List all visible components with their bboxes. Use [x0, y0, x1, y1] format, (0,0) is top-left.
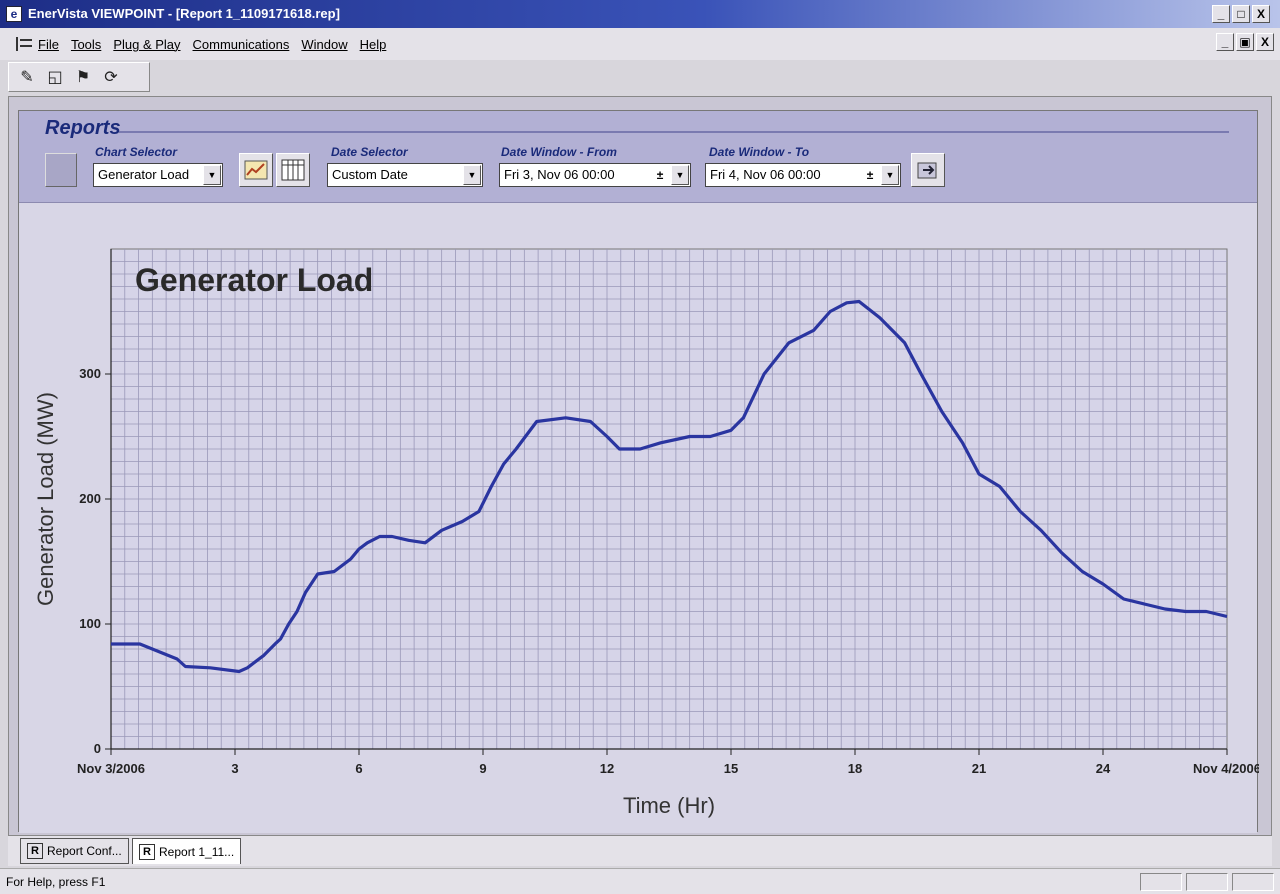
chevron-down-icon[interactable]: ▼ [671, 165, 689, 185]
generator-load-chart: Nov 3/2006 3 6 9 12 15 18 21 24 Nov 4/2006 0 100 200… [33, 248, 1261, 818]
close-button[interactable]: X [1252, 5, 1270, 23]
menu-tools[interactable]: Tools [71, 37, 101, 52]
menu-communications[interactable]: Communications [193, 37, 290, 52]
chart-title: Generator Load [135, 262, 373, 298]
date-from-value: Fri 3, Nov 06 00:00 [504, 167, 615, 182]
date-to-value: Fri 4, Nov 06 00:00 [710, 167, 821, 182]
x-tick-label: 3 [231, 761, 238, 776]
chart-view-icon [244, 160, 268, 180]
x-tick-label: 15 [724, 761, 738, 776]
chart-view-button[interactable] [239, 153, 273, 187]
child-restore-button[interactable]: ▣ [1236, 33, 1254, 51]
y-tick-label: 200 [79, 491, 101, 506]
x-tick-label: Nov 3/2006 [77, 761, 145, 776]
app-icon[interactable]: e [6, 6, 22, 22]
x-tick-label: 12 [600, 761, 614, 776]
x-tick-label: Nov 4/2006 [1193, 761, 1259, 776]
reports-title: Reports [45, 117, 121, 139]
wizard-icon[interactable]: ⚑ [71, 66, 95, 88]
y-tick-label: 300 [79, 366, 101, 381]
open-window-icon[interactable]: ◱ [43, 66, 67, 88]
status-text: For Help, press F1 [6, 875, 106, 889]
child-minimize-button[interactable]: _ [1216, 33, 1234, 51]
x-axis-label: Time (Hr) [623, 793, 715, 818]
table-view-icon [281, 159, 305, 181]
date-selector-value: Custom Date [332, 167, 408, 182]
y-tick-label: 0 [94, 741, 101, 756]
reports-tool-button[interactable] [45, 153, 77, 187]
report-header: Reports Chart Selector Generator Load ▼ … [19, 111, 1257, 203]
date-to-picker[interactable]: Fri 4, Nov 06 00:00 ± ▼ [705, 163, 901, 187]
chevron-down-icon[interactable]: ▼ [203, 165, 221, 185]
maximize-button[interactable]: □ [1232, 5, 1250, 23]
table-view-button[interactable] [276, 153, 310, 187]
tab-report-1[interactable]: R Report 1_11... [132, 838, 242, 864]
report-icon: R [139, 843, 155, 860]
status-cell [1186, 873, 1228, 891]
menu-file[interactable]: File [38, 37, 59, 52]
x-tick-label: 18 [848, 761, 862, 776]
status-cell [1140, 873, 1182, 891]
chart-area: Nov 3/2006 3 6 9 12 15 18 21 24 Nov 4/2006 0 100 200… [19, 203, 1261, 833]
refresh-icon[interactable]: ⟳ [99, 66, 123, 88]
report-icon: R [27, 843, 43, 859]
menu-help[interactable]: Help [360, 37, 387, 52]
chart-selector-value: Generator Load [98, 167, 190, 182]
title-bar: e EnerVista VIEWPOINT - [Report 1_110917… [0, 0, 1280, 28]
edit-icon[interactable]: ✎ [15, 66, 39, 88]
document-tabs: R Report Conf... R Report 1_11... [8, 836, 1272, 866]
date-from-picker[interactable]: Fri 3, Nov 06 00:00 ± ▼ [499, 163, 691, 187]
menu-bar: File Tools Plug & Play Communications Wi… [0, 28, 1280, 60]
spin-icon[interactable]: ± [860, 165, 880, 185]
menu-plug-and-play[interactable]: Plug & Play [113, 37, 180, 52]
status-bar: For Help, press F1 [0, 868, 1280, 894]
y-tick-label: 100 [79, 616, 101, 631]
menu-window[interactable]: Window [301, 37, 347, 52]
minimize-button[interactable]: _ [1212, 5, 1230, 23]
chart-selector-combo[interactable]: Generator Load ▼ [93, 163, 223, 187]
date-selector-label: Date Selector [331, 145, 408, 159]
tab-report-conf[interactable]: R Report Conf... [20, 838, 129, 864]
chevron-down-icon[interactable]: ▼ [881, 165, 899, 185]
window-title: EnerVista VIEWPOINT - [Report 1_11091716… [28, 6, 340, 21]
export-icon [917, 162, 937, 179]
x-tick-label: 21 [972, 761, 986, 776]
child-close-button[interactable]: X [1256, 33, 1274, 51]
chart-selector-label: Chart Selector [95, 145, 178, 159]
report-window: Reports Chart Selector Generator Load ▼ … [18, 110, 1261, 833]
status-cell [1232, 873, 1274, 891]
date-selector-combo[interactable]: Custom Date ▼ [327, 163, 483, 187]
chevron-down-icon[interactable]: ▼ [463, 165, 481, 185]
date-to-label: Date Window - To [709, 145, 810, 159]
x-tick-label: 9 [479, 761, 486, 776]
y-axis-label: Generator Load (MW) [33, 392, 58, 606]
spin-icon[interactable]: ± [650, 165, 670, 185]
x-tick-label: 24 [1096, 761, 1111, 776]
date-from-label: Date Window - From [501, 145, 617, 159]
toolbar: ✎ ◱ ⚑ ⟳ [8, 62, 150, 92]
export-button[interactable] [911, 153, 945, 187]
x-tick-label: 6 [355, 761, 362, 776]
header-divider [119, 131, 1229, 133]
tab-label: Report 1_11... [159, 844, 235, 859]
tab-label: Report Conf... [47, 844, 122, 858]
document-menu-icon[interactable] [16, 37, 32, 51]
